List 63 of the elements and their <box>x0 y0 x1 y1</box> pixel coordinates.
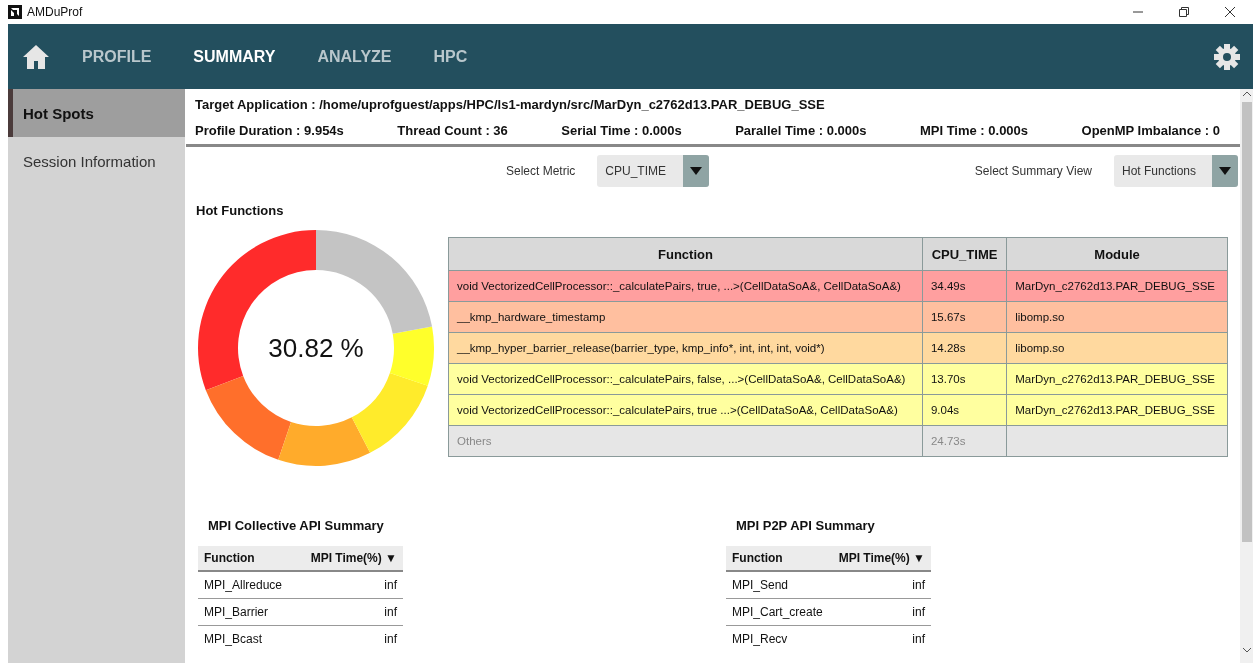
table-cell: Others <box>448 425 923 457</box>
table-cell: MarDyn_c2762d13.PAR_DEBUG_SSE <box>1006 270 1228 302</box>
column-header[interactable]: MPI Time(%) ▼ <box>830 546 931 571</box>
column-header: Function <box>448 237 923 271</box>
table-cell: MPI_Barrier <box>198 598 296 626</box>
summary-view-label: Select Summary View <box>974 164 1092 178</box>
metric-dropdown[interactable]: CPU_TIME <box>597 155 710 187</box>
table-title: MPI Collective API Summary <box>208 518 385 533</box>
table-cell: 15.67s <box>922 301 1007 333</box>
table-cell: inf <box>830 598 931 626</box>
table-row[interactable]: __kmp_hyper_barrier_release(barrier_type, kmp_info*, int, int, int, void*) 14.28s libomp.so <box>448 332 1228 364</box>
table-title: MPI P2P API Summary <box>736 518 876 533</box>
nav-tab[interactable]: PROFILE <box>82 47 152 66</box>
table-cell: MPI_Recv <box>726 625 831 652</box>
column-header: CPU_TIME <box>922 237 1007 271</box>
table-cell: MPI_Cart_create <box>726 598 831 626</box>
profile-stat: OpenMP Imbalance : 0 <box>1081 123 1220 138</box>
profile-stat: MPI Time : 0.000s <box>919 123 1029 138</box>
column-header[interactable]: Function <box>726 546 831 571</box>
table-cell: 24.73s <box>922 425 1007 457</box>
profile-stat: Parallel Time : 0.000s <box>735 123 867 138</box>
table-cell: inf <box>296 598 403 626</box>
table-row[interactable]: void VectorizedCellProcessor::_calculatePairs, true ...>(CellDataSoA&, CellDataSoA&) 9.04s MarDyn_c2762d13.PAR_DEBUG_SSE <box>448 394 1228 426</box>
table-cell: inf <box>296 625 403 652</box>
column-header: Module <box>1006 237 1228 271</box>
window-title: AMDuProf <box>27 5 83 19</box>
table-cell: inf <box>830 571 931 599</box>
nav-tab[interactable]: ANALYZE <box>317 47 392 66</box>
table-cell: libomp.so <box>1006 301 1228 333</box>
table-row[interactable]: void VectorizedCellProcessor::_calculatePairs, true, ...>(CellDataSoA&, CellDataSoA&) 34.49s MarDyn_c2762d13.PAR_DEBUG_SSE <box>448 270 1228 302</box>
table-cell: MarDyn_c2762d13.PAR_DEBUG_SSE <box>1006 363 1228 395</box>
table-cell: MPI_Allreduce <box>198 571 296 599</box>
table-cell: libomp.so <box>1006 332 1228 364</box>
table-cell: __kmp_hardware_timestamp <box>448 301 923 333</box>
table-cell: void VectorizedCellProcessor::_calculatePairs, false, ...>(CellDataSoA&, CellDataSoA&) <box>448 363 923 395</box>
column-header[interactable]: MPI Time(%) ▼ <box>296 546 403 571</box>
summary-view-dropdown[interactable]: Hot Functions <box>1114 155 1238 187</box>
nav-tab[interactable]: HPC <box>433 47 468 66</box>
table-cell: 34.49s <box>922 270 1007 302</box>
table-cell: 9.04s <box>922 394 1007 426</box>
donut-center-label: 30.82 % <box>268 332 364 364</box>
table-cell: 14.28s <box>922 332 1007 364</box>
table-row[interactable]: __kmp_hardware_timestamp 15.67s libomp.so <box>448 301 1228 333</box>
sidebar-item[interactable]: Hot Spots <box>8 89 185 137</box>
table-cell: void VectorizedCellProcessor::_calculatePairs, true ...>(CellDataSoA&, CellDataSoA&) <box>448 394 923 426</box>
profile-stat: Thread Count : 36 <box>397 123 508 138</box>
profile-stat: Profile Duration : 9.954s <box>195 123 344 138</box>
table-cell: inf <box>296 571 403 599</box>
table-cell: __kmp_hyper_barrier_release(barrier_type, kmp_info*, int, int, int, void*) <box>448 332 923 364</box>
table-cell: 13.70s <box>922 363 1007 395</box>
table-cell: MPI_Bcast <box>198 625 296 652</box>
column-header[interactable]: Function <box>198 546 296 571</box>
profile-stat: Serial Time : 0.000s <box>561 123 682 138</box>
table-row[interactable]: void VectorizedCellProcessor::_calculatePairs, false, ...>(CellDataSoA&, CellDataSoA&) 13.70s MarDyn_c2762d13.PAR_DEBUG_SSE <box>448 363 1228 395</box>
target-application: Target Application : /home/uprofguest/apps/HPC/ls1-mardyn/src/MarDyn_c2762d13.PAR_DEBUG_SSE <box>195 97 826 112</box>
nav-tab[interactable]: SUMMARY <box>193 47 276 66</box>
table-cell: inf <box>830 625 931 652</box>
metric-label: Select Metric <box>506 164 576 178</box>
table-cell: MarDyn_c2762d13.PAR_DEBUG_SSE <box>1006 394 1228 426</box>
table-cell: MPI_Send <box>726 571 831 599</box>
sidebar-item[interactable]: Session Information <box>8 137 185 185</box>
section-title: Hot Functions <box>196 203 285 218</box>
table-cell: void VectorizedCellProcessor::_calculatePairs, true, ...>(CellDataSoA&, CellDataSoA&) <box>448 270 923 302</box>
